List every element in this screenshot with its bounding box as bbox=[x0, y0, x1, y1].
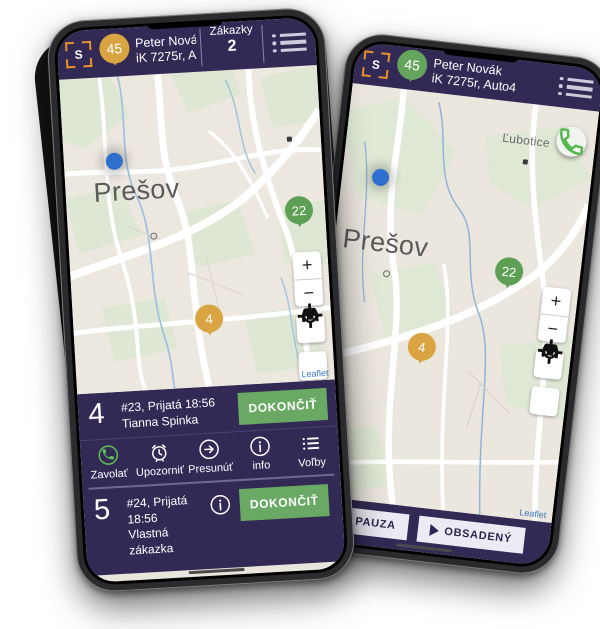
map-marker-4-primary[interactable]: 4 bbox=[194, 303, 224, 342]
list-icon bbox=[302, 437, 320, 450]
map-place-dot-primary bbox=[286, 136, 293, 142]
action-call[interactable]: Zavolať bbox=[82, 443, 135, 482]
busy-status-label: OBSADENÝ bbox=[443, 525, 513, 546]
info-icon bbox=[250, 436, 271, 457]
order-row-next[interactable]: 5 #24, Prijatá 18:56 Vlastná zákazka DOK… bbox=[83, 475, 345, 575]
orders-counter[interactable]: Zákazky 2 bbox=[200, 20, 263, 71]
scanner-logo-icon: S bbox=[361, 50, 391, 80]
app-logo-primary[interactable]: S bbox=[56, 29, 101, 79]
order-active-details: #23, Prijatá 18:56 Tianna Spinka bbox=[121, 393, 231, 432]
map-marker-4-secondary[interactable]: 4 bbox=[405, 331, 438, 370]
driver-badge-number-secondary: 45 bbox=[403, 56, 421, 74]
order-next-details: #24, Prijatá 18:56 Vlastná zákazka bbox=[126, 491, 204, 560]
driver-info-primary[interactable]: 45 Peter Novák iK 7275r, Au bbox=[98, 24, 202, 78]
arrow-right-icon bbox=[199, 439, 220, 460]
order-active-complete-button[interactable]: DOKONČIŤ bbox=[237, 387, 329, 425]
phone-device-primary: S 45 Peter Novák iK 7275r, Au Zákazky 2 … bbox=[45, 6, 357, 594]
driver-vehicle-primary: iK 7275r, Au bbox=[135, 47, 198, 66]
action-notify-label: Upozorniť bbox=[135, 464, 185, 480]
action-move[interactable]: Presunúť bbox=[184, 437, 237, 476]
action-options-label: Voľby bbox=[297, 456, 327, 470]
menu-button-secondary[interactable] bbox=[547, 64, 600, 112]
action-options[interactable]: Voľby bbox=[285, 432, 338, 471]
order-next-index: 5 bbox=[93, 493, 111, 527]
driver-badge-pin-primary: 45 bbox=[98, 32, 131, 73]
map-city-label-primary: Prešov bbox=[92, 173, 181, 208]
play-icon bbox=[428, 523, 440, 537]
driver-text-primary: Peter Novák iK 7275r, Au bbox=[135, 33, 198, 66]
map-marker-22-primary[interactable]: 22 bbox=[284, 195, 314, 233]
screenshot-stage: S 45 Peter Novák iK 7275r, Auto4 Prešov … bbox=[0, 0, 600, 629]
action-call-label: Zavolať bbox=[90, 467, 129, 482]
logo-letter-secondary: S bbox=[371, 57, 381, 73]
driver-text-secondary: Peter Novák iK 7275r, Auto4 bbox=[431, 57, 519, 96]
map-marker-22-label-secondary: 22 bbox=[501, 263, 518, 280]
phone-icon-secondary bbox=[560, 128, 584, 156]
orders-panel: 4 #23, Prijatá 18:56 Tianna Spinka DOKON… bbox=[77, 379, 346, 576]
phone-screen-primary: S 45 Peter Novák iK 7275r, Au Zákazky 2 … bbox=[56, 17, 346, 583]
map-marker-4-label-primary: 4 bbox=[205, 310, 214, 327]
map-marker-22-secondary[interactable]: 22 bbox=[493, 255, 525, 295]
locate-me-button-secondary[interactable] bbox=[528, 339, 563, 417]
phone-bezel-primary: S 45 Peter Novák iK 7275r, Au Zákazky 2 … bbox=[53, 13, 349, 587]
scanner-logo-icon-primary: S bbox=[64, 40, 93, 69]
logo-letter-primary: S bbox=[74, 47, 84, 62]
order-active-index: 4 bbox=[87, 397, 106, 431]
map-marker-22-label-primary: 22 bbox=[291, 202, 307, 219]
driver-badge-number-primary: 45 bbox=[106, 40, 123, 58]
call-fab-secondary[interactable] bbox=[554, 125, 589, 159]
map-canvas-primary[interactable]: Prešov 22 4 + − Leaflet bbox=[59, 64, 335, 395]
list-menu-icon-secondary bbox=[557, 76, 594, 99]
list-menu-icon-primary bbox=[272, 32, 307, 53]
orders-counter-label: Zákazky bbox=[209, 23, 253, 39]
map-place-dot-secondary bbox=[522, 159, 529, 165]
map-attribution-primary[interactable]: Leaflet bbox=[301, 368, 329, 380]
info-icon-next bbox=[210, 495, 231, 515]
alarm-icon bbox=[151, 444, 167, 463]
driver-badge-pin-secondary: 45 bbox=[395, 48, 429, 89]
orders-counter-value: 2 bbox=[227, 37, 237, 56]
order-next-complete-button[interactable]: DOKONČIŤ bbox=[238, 484, 330, 522]
action-info[interactable]: info bbox=[234, 435, 287, 474]
action-info-label: info bbox=[252, 459, 271, 473]
action-move-label: Presunúť bbox=[187, 461, 234, 477]
phone-icon bbox=[98, 445, 118, 466]
order-next-info-button[interactable] bbox=[209, 494, 231, 521]
pause-status-label: PAUZA bbox=[354, 515, 397, 532]
app-logo-secondary[interactable]: S bbox=[353, 41, 400, 88]
action-notify[interactable]: Upozorniť bbox=[133, 440, 186, 479]
order-next-line4: zákazka bbox=[128, 540, 174, 558]
map-marker-4-label-secondary: 4 bbox=[417, 338, 427, 355]
menu-button-primary[interactable] bbox=[262, 17, 317, 68]
